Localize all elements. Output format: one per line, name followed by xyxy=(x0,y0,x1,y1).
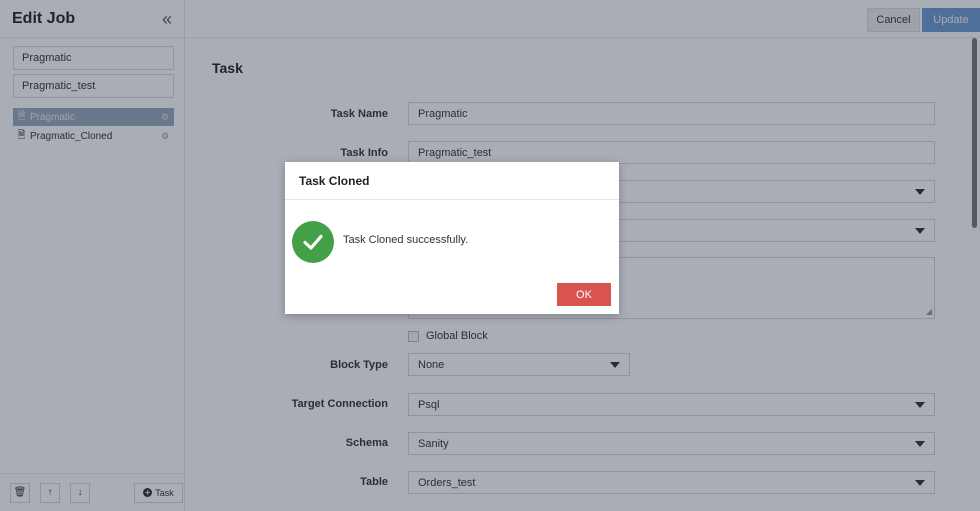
success-check-icon xyxy=(292,221,334,263)
dialog-message: Task Cloned successfully. xyxy=(343,234,469,246)
dialog-title: Task Cloned xyxy=(285,162,619,200)
task-cloned-dialog: Task Cloned Task Cloned successfully. OK xyxy=(285,162,619,314)
ok-button[interactable]: OK xyxy=(557,283,611,306)
